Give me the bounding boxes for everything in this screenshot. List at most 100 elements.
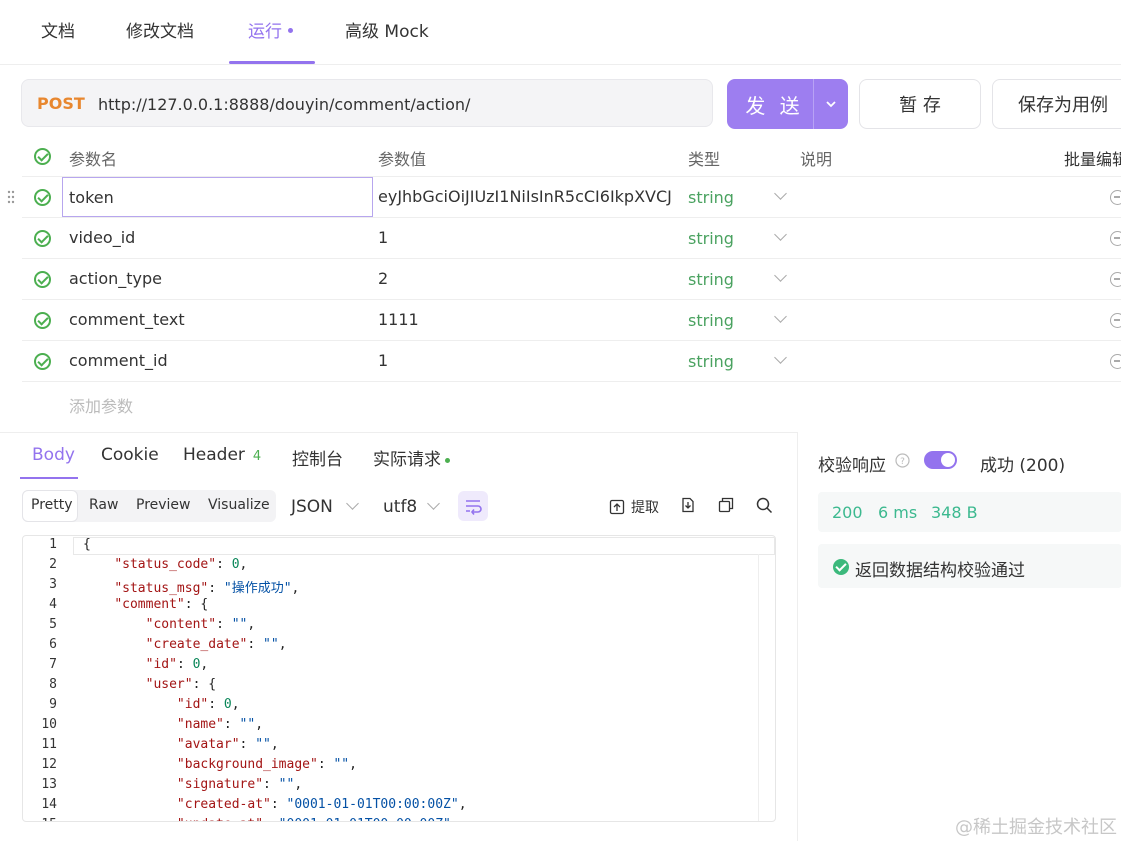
chevron-down-icon[interactable] <box>774 351 787 364</box>
format-select[interactable]: JSON <box>291 497 333 517</box>
param-value[interactable]: 1 <box>378 228 388 247</box>
method-select[interactable]: POST <box>37 94 85 113</box>
param-name[interactable]: action_type <box>69 269 162 288</box>
remove-row-icon[interactable] <box>1110 231 1121 246</box>
view-mode-switch: Pretty Raw Preview Visualize <box>22 490 276 522</box>
active-tab-indicator <box>229 61 315 64</box>
param-value[interactable]: 1 <box>378 351 388 370</box>
remove-row-icon[interactable] <box>1110 190 1121 205</box>
extract-icon <box>609 499 625 515</box>
param-name-input[interactable]: token <box>62 177 373 217</box>
select-all-checkbox[interactable] <box>34 148 51 165</box>
table-row: comment_id 1 string <box>22 340 1121 382</box>
col-header-name: 参数名 <box>69 150 118 169</box>
col-header-desc: 说明 <box>800 150 833 169</box>
params-table: 参数名 参数值 类型 说明 批量编辑 token eyJhbGciOiJIUzI… <box>7 138 1121 423</box>
col-header-type: 类型 <box>688 150 721 169</box>
table-row: action_type 2 string <box>22 258 1121 300</box>
param-type[interactable]: string <box>688 352 734 371</box>
chevron-down-icon[interactable] <box>774 310 787 323</box>
send-dropdown-button[interactable] <box>813 79 848 129</box>
param-value[interactable]: eyJhbGciOiJIUzI1NiIsInR5cCI6IkpXVCJ <box>378 187 678 206</box>
copy-icon[interactable] <box>718 497 734 513</box>
tab-console[interactable]: 控制台 <box>292 445 343 470</box>
help-icon[interactable]: ? <box>895 453 910 468</box>
validate-response-label: 校验响应 <box>818 456 886 476</box>
encoding-select[interactable]: utf8 <box>383 497 417 517</box>
table-row: video_id 1 string <box>22 217 1121 259</box>
response-body-editor[interactable]: 1 {2 "status_code": 0, 3 "status_msg": "操作… <box>22 535 776 822</box>
chevron-down-icon[interactable] <box>774 187 787 200</box>
param-value[interactable]: 2 <box>378 269 388 288</box>
row-checkbox[interactable] <box>34 312 51 329</box>
chevron-down-icon[interactable] <box>427 497 440 510</box>
download-icon[interactable] <box>680 497 696 513</box>
code-line: "id": 0, <box>145 657 209 672</box>
chevron-down-icon[interactable] <box>774 228 787 241</box>
tab-run[interactable]: 运行 <box>248 20 293 44</box>
line-number: 4 <box>49 597 57 612</box>
url-input[interactable]: http://127.0.0.1:8888/douyin/comment/act… <box>98 95 470 114</box>
tab-body[interactable]: Body <box>32 445 75 465</box>
save-temp-button[interactable]: 暂 存 <box>859 79 981 129</box>
code-line: "background_image": "", <box>176 757 357 772</box>
param-type[interactable]: string <box>688 311 734 330</box>
tab-edit-doc[interactable]: 修改文档 <box>126 20 194 44</box>
param-type[interactable]: string <box>688 188 734 207</box>
code-line: "created-at": "0001-01-01T00:00:00Z", <box>176 797 467 812</box>
tab-header-label: Header <box>183 445 245 465</box>
drag-handle-icon[interactable] <box>7 190 15 204</box>
remove-row-icon[interactable] <box>1110 272 1121 287</box>
tab-run-label: 运行 <box>248 22 282 42</box>
tab-cookie[interactable]: Cookie <box>101 445 159 465</box>
row-checkbox[interactable] <box>34 271 51 288</box>
extract-button[interactable]: 提取 <box>609 497 659 517</box>
search-icon[interactable] <box>756 497 773 514</box>
view-pretty[interactable]: Pretty <box>31 497 73 513</box>
remove-row-icon[interactable] <box>1110 313 1121 328</box>
response-time: 6 ms <box>878 503 918 522</box>
row-checkbox[interactable] <box>34 230 51 247</box>
response-tab-bar: Body Cookie Header 4 控制台 实际请求 <box>0 432 797 481</box>
param-name: token <box>69 188 114 207</box>
current-line-highlight <box>73 537 775 555</box>
tab-actual-request[interactable]: 实际请求 <box>373 445 450 470</box>
code-line: "status_msg": "操作成功", <box>114 581 300 596</box>
unsaved-dot <box>288 27 293 33</box>
param-value[interactable]: 1111 <box>378 310 419 329</box>
vertical-scrollbar[interactable] <box>758 554 775 821</box>
top-tab-bar: 文档 修改文档 运行 高级 Mock <box>0 0 1121 65</box>
validation-result-text: 返回数据结构校验通过 <box>855 561 1025 581</box>
code-line: "avatar": "", <box>176 737 279 752</box>
active-tab-indicator <box>20 477 78 479</box>
word-wrap-button[interactable] <box>458 491 488 521</box>
code-line: "comment": { <box>114 597 209 612</box>
bulk-edit-link[interactable]: 批量编辑 <box>1064 146 1121 170</box>
chevron-down-icon[interactable] <box>346 497 359 510</box>
view-raw[interactable]: Raw <box>89 497 118 513</box>
add-param-input[interactable]: 添加参数 <box>69 393 133 417</box>
chevron-down-icon[interactable] <box>774 269 787 282</box>
url-bar[interactable]: POST http://127.0.0.1:8888/douyin/commen… <box>21 79 713 127</box>
tab-doc[interactable]: 文档 <box>41 20 75 44</box>
validate-toggle[interactable] <box>924 451 957 469</box>
code-line: "signature": "", <box>176 777 303 792</box>
remove-row-icon[interactable] <box>1110 354 1121 369</box>
row-checkbox[interactable] <box>34 353 51 370</box>
row-checkbox[interactable] <box>34 189 51 206</box>
code-line: "create_date": "", <box>145 637 287 652</box>
send-button[interactable]: 发 送 <box>727 79 822 129</box>
param-type[interactable]: string <box>688 270 734 289</box>
tab-advanced-mock[interactable]: 高级 Mock <box>345 20 429 44</box>
tab-header[interactable]: Header 4 <box>183 445 261 465</box>
code-line: "id": 0, <box>176 697 240 712</box>
line-number: 11 <box>41 737 57 752</box>
param-type[interactable]: string <box>688 229 734 248</box>
param-name[interactable]: video_id <box>69 228 135 247</box>
save-as-case-button[interactable]: 保存为用例 <box>992 79 1121 129</box>
param-name[interactable]: comment_id <box>69 351 168 370</box>
param-name[interactable]: comment_text <box>69 310 185 329</box>
code-line: "status_code": 0, <box>114 557 248 572</box>
view-visualize[interactable]: Visualize <box>208 497 270 513</box>
view-preview[interactable]: Preview <box>136 497 191 513</box>
